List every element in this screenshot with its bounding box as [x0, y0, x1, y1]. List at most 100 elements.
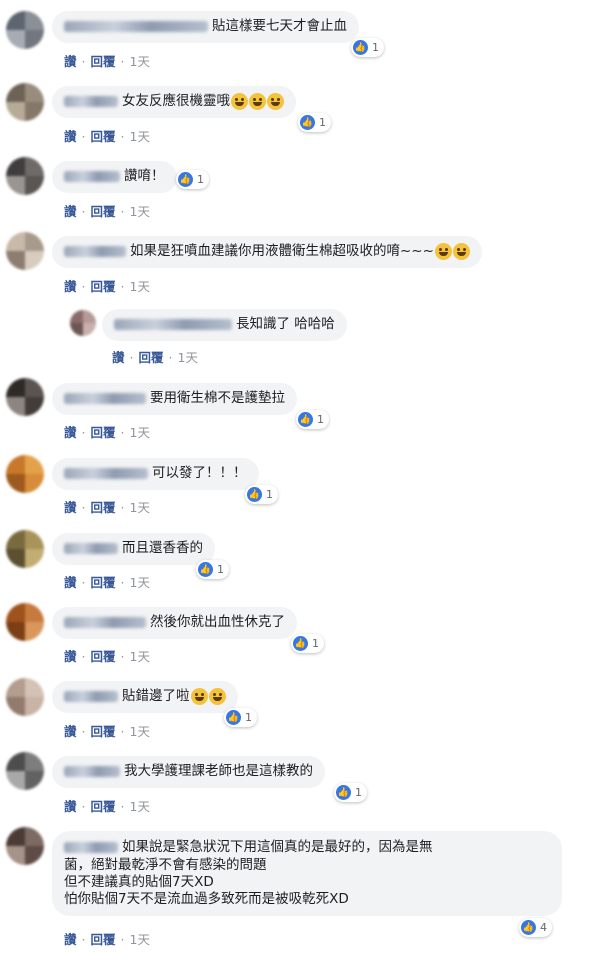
like-count-badge[interactable]: 👍 1	[196, 560, 229, 579]
reply-button[interactable]: 回覆	[91, 932, 116, 947]
timestamp[interactable]: 1天	[130, 425, 150, 440]
like-button[interactable]: 讚	[64, 799, 77, 814]
comment-text: 菌，絕對最乾淨不會有感染的問題	[64, 856, 267, 873]
comment-text: 貼這樣要七天才會止血	[212, 18, 347, 34]
thumbs-up-icon: 👍	[293, 636, 308, 651]
avatar-pixel	[25, 157, 44, 176]
commenter-name[interactable]	[64, 171, 120, 182]
like-button[interactable]: 讚	[112, 350, 125, 365]
reply-button[interactable]: 回覆	[91, 799, 116, 814]
avatar-pixel	[25, 397, 44, 416]
commenter-name[interactable]	[64, 766, 120, 777]
comment-text: 而且還香香的	[122, 540, 203, 556]
avatar-pixel	[6, 771, 25, 790]
reply-button[interactable]: 回覆	[139, 350, 164, 365]
commenter-name[interactable]	[64, 393, 146, 404]
avatar-pixel	[6, 157, 25, 176]
like-button[interactable]: 讚	[64, 724, 77, 739]
avatar[interactable]	[6, 603, 44, 641]
like-button[interactable]: 讚	[64, 129, 77, 144]
comment-actions: 讚 · 回覆 · 1天	[64, 497, 150, 516]
reply-button[interactable]: 回覆	[91, 724, 116, 739]
avatar-pixel	[25, 83, 44, 102]
avatar[interactable]	[6, 232, 44, 270]
avatar[interactable]	[6, 378, 44, 416]
like-button[interactable]: 讚	[64, 500, 77, 515]
like-button[interactable]: 讚	[64, 425, 77, 440]
like-count-badge[interactable]: 👍 1	[245, 485, 278, 504]
commenter-name[interactable]	[64, 617, 146, 628]
avatar-pixel	[25, 30, 44, 49]
avatar-pixel	[70, 323, 83, 336]
avatar[interactable]	[6, 678, 44, 716]
like-count-badge[interactable]: 👍 1	[224, 708, 257, 727]
reply-button[interactable]: 回覆	[91, 129, 116, 144]
comment-actions: 讚 · 回覆 · 1天	[64, 126, 150, 145]
commenter-name[interactable]	[64, 96, 118, 107]
avatar-pixel	[25, 11, 44, 30]
like-button[interactable]: 讚	[64, 279, 77, 294]
like-button[interactable]: 讚	[64, 932, 77, 947]
commenter-name[interactable]	[64, 691, 118, 702]
grin-squint-icon	[231, 93, 248, 110]
separator: ·	[81, 575, 86, 590]
like-count-badge[interactable]: 👍 1	[176, 170, 209, 189]
timestamp[interactable]: 1天	[130, 575, 150, 590]
timestamp[interactable]: 1天	[130, 500, 150, 515]
comment-actions: 讚 · 回覆 · 1天	[64, 929, 150, 948]
avatar-pixel	[70, 310, 83, 323]
reply-button[interactable]: 回覆	[91, 54, 116, 69]
reply-button[interactable]: 回覆	[91, 500, 116, 515]
like-button[interactable]: 讚	[64, 575, 77, 590]
like-count: 1	[197, 173, 204, 186]
timestamp[interactable]: 1天	[130, 204, 150, 219]
avatar[interactable]	[6, 83, 44, 121]
like-count-badge[interactable]: 👍 1	[296, 410, 329, 429]
avatar[interactable]	[6, 157, 44, 195]
like-button[interactable]: 讚	[64, 204, 77, 219]
thumbs-up-icon: 👍	[336, 785, 351, 800]
commenter-name[interactable]	[64, 21, 208, 32]
commenter-name[interactable]	[64, 543, 118, 554]
avatar[interactable]	[6, 530, 44, 568]
like-count-badge[interactable]: 👍 4	[519, 918, 552, 937]
grin-squint-icon	[208, 688, 226, 705]
avatar[interactable]	[70, 310, 96, 336]
like-count-badge[interactable]: 👍 1	[351, 38, 384, 57]
avatar[interactable]	[6, 752, 44, 790]
timestamp[interactable]: 1天	[130, 649, 150, 664]
thumbs-up-icon: 👍	[178, 172, 193, 187]
timestamp[interactable]: 1天	[130, 799, 150, 814]
like-button[interactable]: 讚	[64, 649, 77, 664]
reply-button[interactable]: 回覆	[91, 204, 116, 219]
commenter-name[interactable]	[64, 842, 118, 853]
avatar-pixel	[6, 697, 25, 716]
reply-button[interactable]: 回覆	[91, 279, 116, 294]
timestamp[interactable]: 1天	[178, 350, 198, 365]
timestamp[interactable]: 1天	[130, 279, 150, 294]
separator: ·	[120, 54, 125, 69]
commenter-name[interactable]	[64, 468, 148, 479]
avatar[interactable]	[6, 11, 44, 49]
commenter-name[interactable]	[114, 319, 232, 330]
like-count-badge[interactable]: 👍 1	[298, 113, 331, 132]
avatar-pixel	[25, 622, 44, 641]
comment-bubble: 貼這樣要七天才會止血	[52, 11, 359, 43]
timestamp[interactable]: 1天	[130, 129, 150, 144]
like-button[interactable]: 讚	[64, 54, 77, 69]
like-count-badge[interactable]: 👍 1	[291, 634, 324, 653]
avatar-pixel	[83, 323, 96, 336]
comment-text: 如果是狂噴血建議你用液體衛生棉超吸收的唷~~~	[130, 243, 434, 259]
like-count-badge[interactable]: 👍 1	[334, 783, 367, 802]
avatar[interactable]	[6, 455, 44, 493]
timestamp[interactable]: 1天	[130, 54, 150, 69]
timestamp[interactable]: 1天	[130, 724, 150, 739]
timestamp[interactable]: 1天	[130, 932, 150, 947]
reply-button[interactable]: 回覆	[91, 575, 116, 590]
commenter-name[interactable]	[64, 246, 126, 257]
reply-button[interactable]: 回覆	[91, 649, 116, 664]
comment-text: 要用衛生棉不是護墊拉	[150, 390, 285, 406]
reply-button[interactable]: 回覆	[91, 425, 116, 440]
avatar-pixel	[6, 176, 25, 195]
avatar[interactable]	[6, 827, 44, 865]
